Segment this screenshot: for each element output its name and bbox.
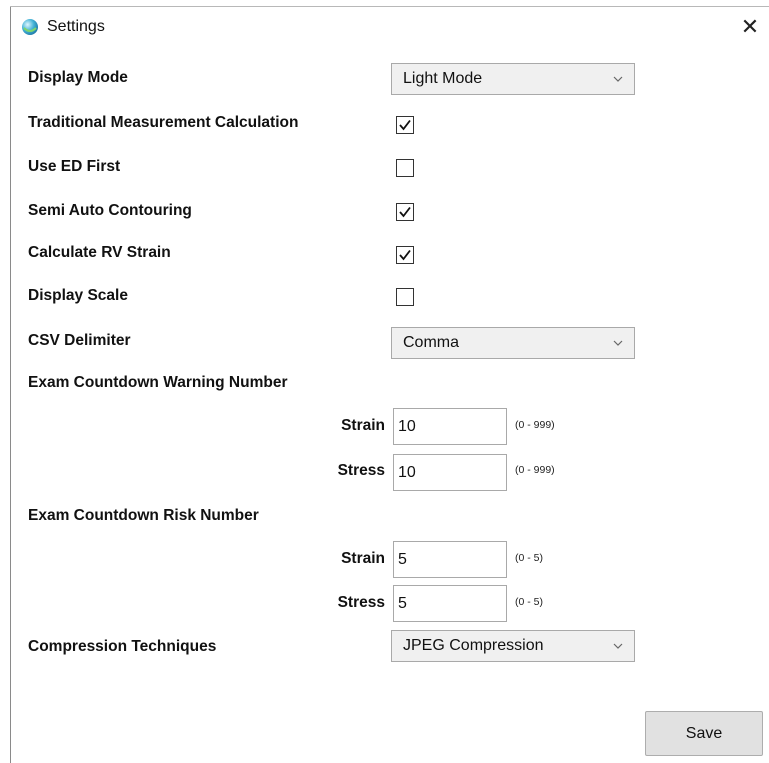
display-scale-checkbox[interactable] <box>396 288 414 306</box>
exam-warning-label: Exam Countdown Warning Number <box>28 374 288 391</box>
warning-strain-range: (0 - 999) <box>515 419 555 431</box>
close-icon[interactable]: ✕ <box>733 10 767 44</box>
checkmark-icon <box>399 119 411 131</box>
risk-strain-input[interactable] <box>393 541 507 578</box>
traditional-measurement-label: Traditional Measurement Calculation <box>28 114 299 131</box>
risk-stress-label: Stress <box>337 594 385 611</box>
calculate-rv-strain-label: Calculate RV Strain <box>28 244 171 261</box>
csv-delimiter-select[interactable]: Comma <box>391 327 635 359</box>
display-mode-value: Light Mode <box>403 70 483 87</box>
window-border-left <box>10 6 11 763</box>
title-bar: Settings ✕ <box>11 7 769 47</box>
warning-stress-label: Stress <box>337 462 385 479</box>
risk-strain-label: Strain <box>341 550 385 567</box>
risk-stress-input[interactable] <box>393 585 507 622</box>
chevron-down-icon <box>613 340 623 346</box>
risk-strain-range: (0 - 5) <box>515 552 544 564</box>
use-ed-first-label: Use ED First <box>28 158 121 175</box>
traditional-measurement-checkbox[interactable] <box>396 116 414 134</box>
warning-strain-input[interactable] <box>393 408 507 445</box>
compression-select[interactable]: JPEG Compression <box>391 630 635 662</box>
chevron-down-icon <box>613 76 623 82</box>
chevron-down-icon <box>613 643 623 649</box>
warning-strain-label: Strain <box>341 417 385 434</box>
csv-delimiter-value: Comma <box>403 334 460 351</box>
app-orb-icon <box>22 19 38 35</box>
display-scale-label: Display Scale <box>28 287 128 304</box>
semi-auto-contouring-checkbox[interactable] <box>396 203 414 221</box>
save-button[interactable]: Save <box>645 711 763 756</box>
semi-auto-contouring-label: Semi Auto Contouring <box>28 202 192 219</box>
use-ed-first-checkbox[interactable] <box>396 159 414 177</box>
window-title: Settings <box>47 18 105 35</box>
risk-stress-range: (0 - 5) <box>515 596 544 608</box>
warning-stress-range: (0 - 999) <box>515 464 555 476</box>
display-mode-label: Display Mode <box>28 69 128 86</box>
checkmark-icon <box>399 249 411 261</box>
compression-label: Compression Techniques <box>28 638 217 655</box>
csv-delimiter-label: CSV Delimiter <box>28 332 131 349</box>
warning-stress-input[interactable] <box>393 454 507 491</box>
exam-risk-label: Exam Countdown Risk Number <box>28 507 259 524</box>
calculate-rv-strain-checkbox[interactable] <box>396 246 414 264</box>
compression-value: JPEG Compression <box>403 637 544 654</box>
checkmark-icon <box>399 206 411 218</box>
display-mode-select[interactable]: Light Mode <box>391 63 635 95</box>
